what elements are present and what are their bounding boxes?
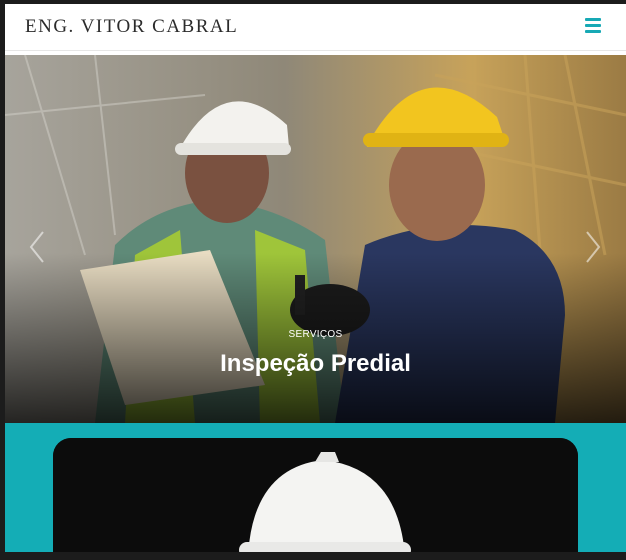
chevron-right-icon[interactable]: [583, 230, 603, 264]
hero-slider: SERVIÇOS Inspeção Predial: [5, 55, 626, 423]
slide-eyebrow: SERVIÇOS: [288, 329, 343, 340]
page: ENG. VITOR CABRAL SERVIÇOS Inspeção Pred…: [5, 4, 626, 552]
chevron-left-icon[interactable]: [27, 230, 47, 264]
site-header: ENG. VITOR CABRAL: [5, 4, 626, 51]
service-card-image[interactable]: [53, 438, 578, 552]
hamburger-menu-icon[interactable]: [585, 18, 601, 34]
hard-hat-icon: [53, 438, 578, 552]
site-logo[interactable]: ENG. VITOR CABRAL: [25, 16, 238, 38]
slide-title: Inspeção Predial: [220, 350, 411, 377]
